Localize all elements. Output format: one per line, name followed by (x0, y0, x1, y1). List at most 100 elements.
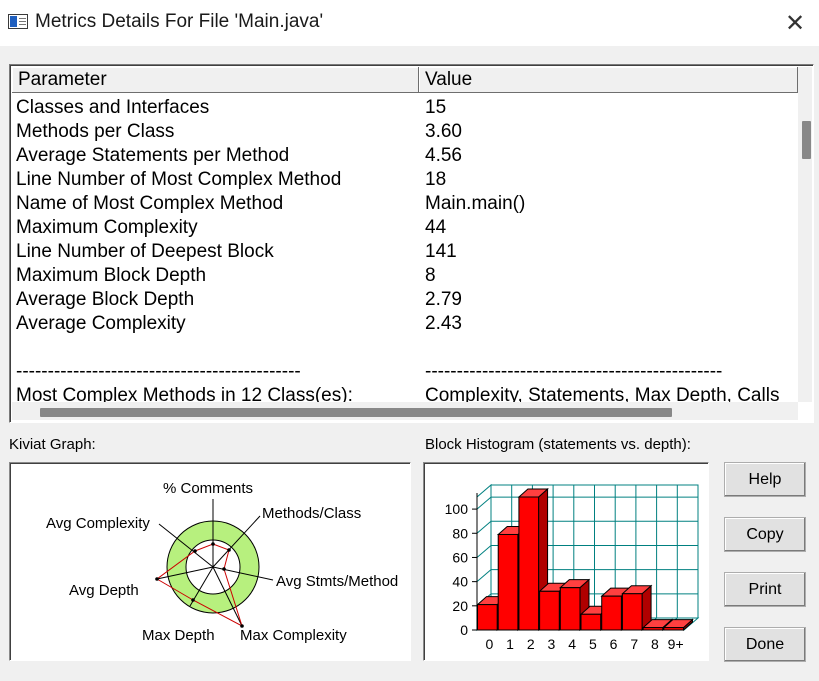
parameter-cell: Line Number of Most Complex Method (16, 169, 342, 190)
value-cell: 15 (425, 97, 447, 118)
column-header-parameter[interactable]: Parameter (12, 67, 419, 93)
histogram-x-tick-label: 3 (548, 636, 556, 652)
histogram-wall-line (476, 569, 492, 583)
vertical-scroll-thumb[interactable] (802, 121, 811, 159)
kiviat-point (193, 549, 197, 553)
histogram-bar (539, 590, 560, 631)
parameter-cell: Maximum Complexity (16, 217, 198, 238)
histogram-x-tick-label: 7 (630, 636, 638, 652)
kiviat-point (191, 598, 195, 602)
window-icon (8, 14, 28, 29)
histogram-y-tick-label: 40 (452, 574, 468, 590)
table-viewport: Parameter Value Classes and Interfaces 15… (12, 67, 798, 402)
histogram-bar (621, 593, 643, 631)
histogram-x-tick-label: 0 (485, 636, 493, 652)
histogram-bar (497, 533, 519, 631)
parameter-cell: Maximum Block Depth (16, 265, 207, 286)
kiviat-point (222, 567, 226, 571)
table-row[interactable]: Maximum Complexity 44 (12, 216, 798, 240)
histogram-bar (601, 595, 622, 631)
kiviat-axis-avg-depth: Avg Depth (69, 582, 139, 599)
parameter-cell: Average Complexity (16, 313, 186, 334)
block-histogram: 0 20 40 60 80 100 0 1 2 3 4 5 6 7 8 9+ (423, 462, 709, 661)
histogram-bar (477, 604, 498, 631)
print-button[interactable]: Print (724, 572, 806, 607)
title-bar: Metrics Details For File 'Main.java' ✕ (0, 0, 819, 46)
kiviat-axis-stmts: Avg Stmts/Method (276, 573, 399, 590)
window-title: Metrics Details For File 'Main.java' (35, 11, 324, 32)
histogram-bar (580, 613, 602, 631)
help-button[interactable]: Help (724, 462, 806, 497)
table-row[interactable]: ----------------------------------------… (12, 360, 798, 384)
column-header-value[interactable]: Value (419, 67, 798, 93)
histogram-y-tick-label: 20 (452, 598, 468, 614)
parameter-cell: Methods per Class (16, 121, 175, 142)
value-cell: 141 (425, 241, 457, 262)
value-cell: 4.56 (425, 145, 462, 166)
horizontal-scrollbar[interactable] (12, 402, 798, 420)
kiviat-point (211, 542, 215, 546)
histogram-x-tick-label: 6 (610, 636, 618, 652)
kiviat-graph: % Comments Methods/Class Avg Stmts/Metho… (9, 462, 411, 661)
table-row[interactable] (12, 336, 798, 360)
kiviat-axis-max-complexity: Max Complexity (240, 627, 347, 644)
histogram-x-tick-label: 2 (527, 636, 535, 652)
value-cell: 3.60 (425, 121, 462, 142)
histogram-y-tick-label: 60 (452, 549, 468, 565)
table-row[interactable]: Average Statements per Method 4.56 (12, 144, 798, 168)
value-cell: 2.79 (425, 289, 462, 310)
parameter-cell: Average Statements per Method (16, 145, 290, 166)
done-button[interactable]: Done (724, 627, 806, 662)
histogram-bar (518, 496, 540, 631)
histogram-x-tick-label: 4 (568, 636, 576, 652)
parameter-cell: Average Block Depth (16, 289, 195, 310)
horizontal-scroll-thumb[interactable] (40, 408, 672, 417)
table-row[interactable]: Average Block Depth 2.79 (12, 288, 798, 312)
table-row[interactable]: Line Number of Most Complex Method 18 (12, 168, 798, 192)
value-cell: 44 (425, 217, 447, 238)
table-row[interactable]: Line Number of Deepest Block 141 (12, 240, 798, 264)
histogram-x-tick-label: 5 (589, 636, 597, 652)
table-row[interactable]: Maximum Block Depth 8 (12, 264, 798, 288)
close-icon: ✕ (784, 9, 806, 37)
value-cell: 2.43 (425, 313, 462, 334)
value-cell: ----------------------------------------… (425, 361, 723, 382)
histogram-bar (642, 627, 664, 631)
value-cell: Complexity, Statements, Max Depth, Calls (425, 385, 780, 402)
close-button[interactable]: ✕ (778, 8, 812, 38)
kiviat-axis-comments: % Comments (163, 480, 254, 497)
kiviat-axis-avg-complexity: Avg Complexity (46, 515, 150, 532)
table-row[interactable]: Classes and Interfaces 15 (12, 96, 798, 120)
histogram-svg: 0204060801000 1 2 3 4 5 6 7 8 9+ (445, 483, 700, 652)
histogram-x-tick-label: 1 (506, 636, 514, 652)
value-cell: 8 (425, 265, 436, 286)
vertical-scrollbar[interactable] (798, 67, 812, 402)
table-row[interactable]: Most Complex Methods in 12 Class(es): Com… (12, 384, 798, 402)
histogram-wall-line (476, 496, 492, 510)
parameter-cell: Classes and Interfaces (16, 97, 210, 118)
table-row[interactable]: Average Complexity 2.43 (12, 312, 798, 336)
histogram-x-tick-label: 9+ (668, 636, 684, 652)
histogram-wall-line (476, 520, 492, 534)
copy-button[interactable]: Copy (724, 517, 806, 552)
value-cell: 18 (425, 169, 447, 190)
kiviat-label: Kiviat Graph: (9, 436, 96, 453)
table-row[interactable]: Methods per Class 3.60 (12, 120, 798, 144)
table-rows: Classes and Interfaces 15 Methods per Clas… (12, 96, 798, 402)
parameter-cell: Name of Most Complex Method (16, 193, 284, 214)
histogram-bar (663, 627, 684, 631)
kiviat-point (227, 548, 231, 552)
histogram-label: Block Histogram (statements vs. depth): (425, 436, 691, 453)
histogram-wall-line (476, 545, 492, 558)
table-row[interactable]: Name of Most Complex Method Main.main() (12, 192, 798, 216)
histogram-y-tick-label: 0 (460, 622, 468, 638)
histogram-bar (559, 587, 581, 631)
kiviat-axis-max-depth: Max Depth (142, 627, 215, 644)
parameter-cell: Most Complex Methods in 12 Class(es): (16, 385, 353, 402)
value-cell: Main.main() (425, 193, 526, 214)
metrics-table: Parameter Value Classes and Interfaces 15… (9, 64, 814, 423)
kiviat-point (155, 577, 159, 581)
histogram-x-tick-label: 8 (651, 636, 659, 652)
histogram-y-tick-label: 80 (452, 525, 468, 541)
histogram-y-tick-label: 100 (445, 501, 469, 517)
